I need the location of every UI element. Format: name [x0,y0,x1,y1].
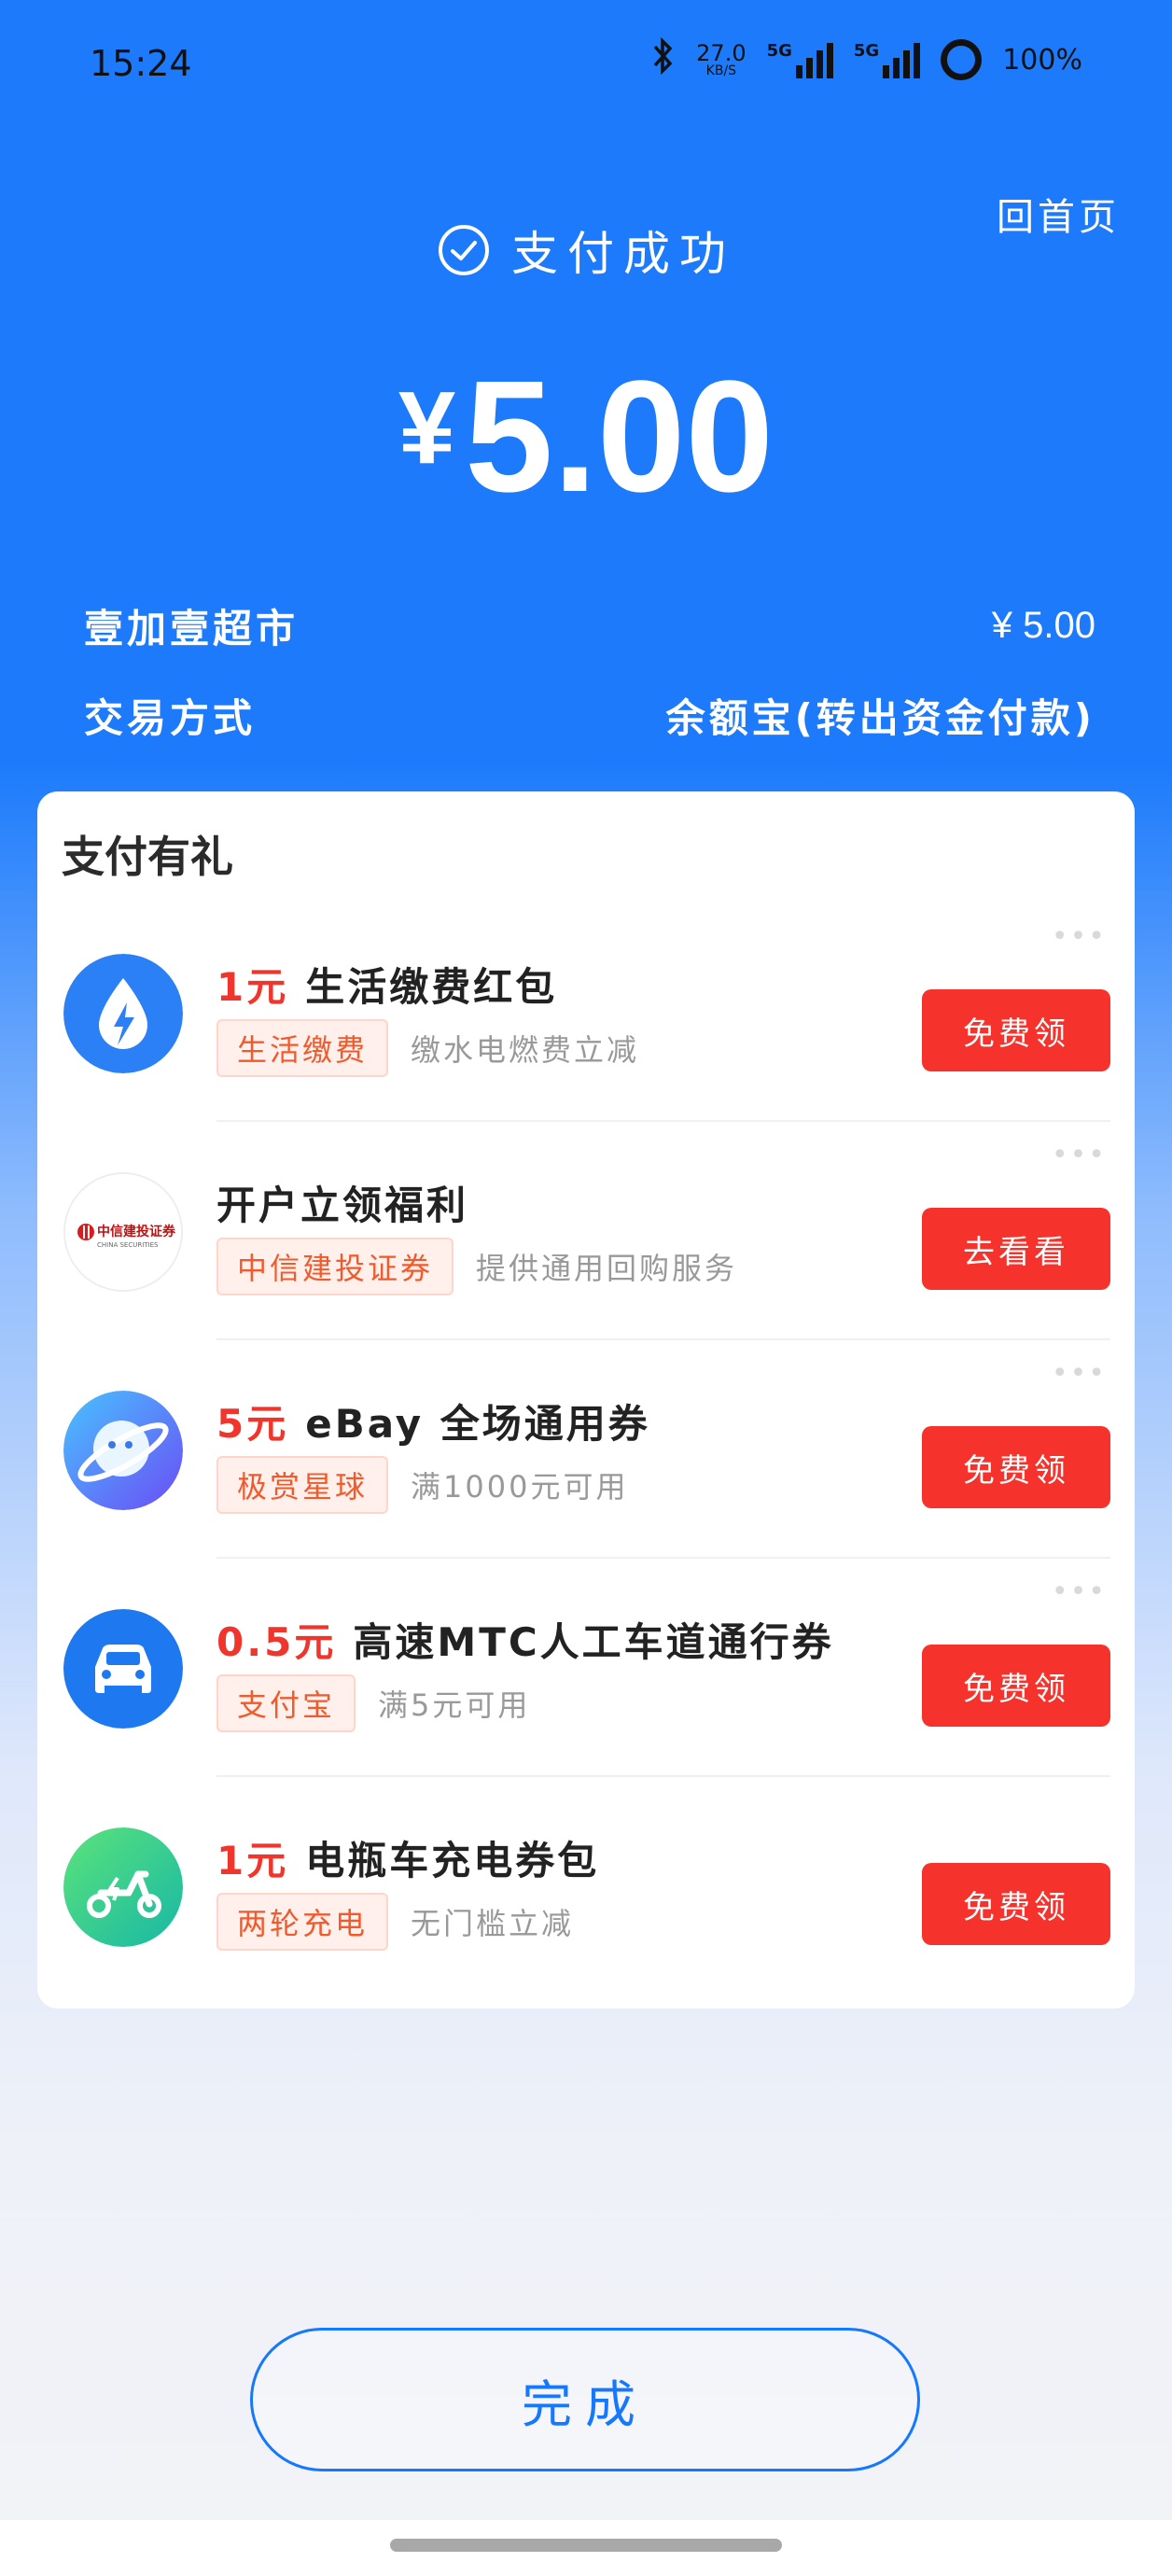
offer-desc: 缴水电燃费立减 [411,1032,640,1068]
scooter-icon [63,1827,183,1947]
offer-tag: 生活缴费 [216,1019,389,1077]
offer-desc: 无门槛立减 [411,1906,575,1941]
offer-subtitle: 生活缴费 缴水电燃费立减 [216,1019,639,1077]
bluetooth-icon [651,36,676,82]
merchant-amount: ¥ 5.00 [991,605,1095,646]
signal-5g-1-icon: 5G [767,41,833,78]
battery-level: 100% [1002,43,1082,77]
status-time: 15:24 [90,43,192,84]
offer-desc: 提供通用回购服务 [476,1251,738,1286]
offer-item[interactable]: ••• 中信建投证券 CHINA SECURITIES 开户立领福利 中信建投证… [37,1122,1135,1340]
offer-tag: 极赏星球 [216,1456,389,1514]
payment-status-text: 支付成功 [511,227,735,281]
merchant-name: 壹加壹超市 [84,606,300,651]
claim-free-button[interactable]: 免费领 [922,1426,1110,1508]
payment-amount: ¥5.00 [0,345,1172,528]
offer-title: 1元 生活缴费红包 [216,964,558,1010]
offer-title: 5元 eBay 全场通用券 [216,1401,650,1447]
svg-text:CHINA SECURITIES: CHINA SECURITIES [97,1241,159,1249]
done-button[interactable]: 完成 [250,2328,920,2471]
lightning-drop-icon [63,954,183,1073]
svg-text:中信建投证券: 中信建投证券 [97,1224,176,1239]
battery-icon [941,39,983,80]
signal-5g-2-icon: 5G [854,41,921,78]
status-icons: 27.0 KB/S 5G 5G 100% [651,36,1082,82]
claim-free-button[interactable]: 免费领 [922,989,1110,1071]
offer-subtitle: 两轮充电 无门槛立减 [216,1893,574,1951]
currency-symbol: ¥ [398,371,456,485]
china-securities-logo-icon: 中信建投证券 CHINA SECURITIES [63,1172,183,1292]
offer-tag: 支付宝 [216,1674,356,1732]
more-options-icon[interactable]: ••• [1052,920,1107,953]
offer-subtitle: 支付宝 满5元可用 [216,1674,530,1732]
more-options-icon[interactable]: ••• [1052,1575,1107,1608]
offer-title: 1元 电瓶车充电券包 [216,1838,600,1883]
offer-tag: 两轮充电 [216,1893,389,1951]
rewards-card: 支付有礼 ••• 1元生活缴费红包 生活缴费 缴水电燃费立减 免费领 ••• [37,791,1135,2009]
offer-title: 0.5元 高速MTC人工车道通行券 [216,1619,834,1665]
offer-item[interactable]: 1元 电瓶车充电券包 两轮充电 无门槛立减 免费领 [37,1777,1135,1995]
offer-item[interactable]: ••• 5元 eBay 全场通用券 极赏星球 满1000元可用 免费领 [37,1340,1135,1559]
more-options-icon[interactable]: ••• [1052,1139,1107,1171]
offer-title: 开户立领福利 [216,1183,469,1228]
payment-method-label: 交易方式 [84,695,257,741]
offer-subtitle: 极赏星球 满1000元可用 [216,1456,628,1514]
check-circle-icon [439,225,489,275]
payment-method-value: 余额宝(转出资金付款) [665,695,1095,741]
car-icon [63,1609,183,1729]
home-indicator[interactable] [390,2539,782,2552]
offer-desc: 满1000元可用 [411,1469,629,1505]
offer-subtitle: 中信建投证券 提供通用回购服务 [216,1238,737,1295]
offer-item[interactable]: ••• 0.5元 高速MTC人工车道通行券 支付宝 满5元可用 免费领 [37,1559,1135,1777]
rewards-card-title: 支付有礼 [62,832,233,882]
amount-value: 5.00 [465,348,774,525]
claim-free-button[interactable]: 免费领 [922,1863,1110,1945]
planet-icon [63,1391,183,1510]
more-options-icon[interactable]: ••• [1052,1357,1107,1390]
network-speed: 27.0 KB/S [696,40,746,78]
status-bar: 15:24 27.0 KB/S 5G 5G 100% [0,0,1172,131]
merchant-row: 壹加壹超市 ¥ 5.00 [84,597,1095,654]
offer-tag: 中信建投证券 [216,1238,454,1295]
view-more-button[interactable]: 去看看 [922,1208,1110,1290]
payment-method-row: 交易方式 余额宝(转出资金付款) [84,687,1095,744]
offer-item[interactable]: ••• 1元 生活缴费红包 生活缴费 缴水电燃费立减 免费领 [37,903,1135,1122]
payment-status: 支付成功 [0,217,1172,284]
claim-free-button[interactable]: 免费领 [922,1645,1110,1727]
offer-desc: 满5元可用 [378,1687,531,1723]
